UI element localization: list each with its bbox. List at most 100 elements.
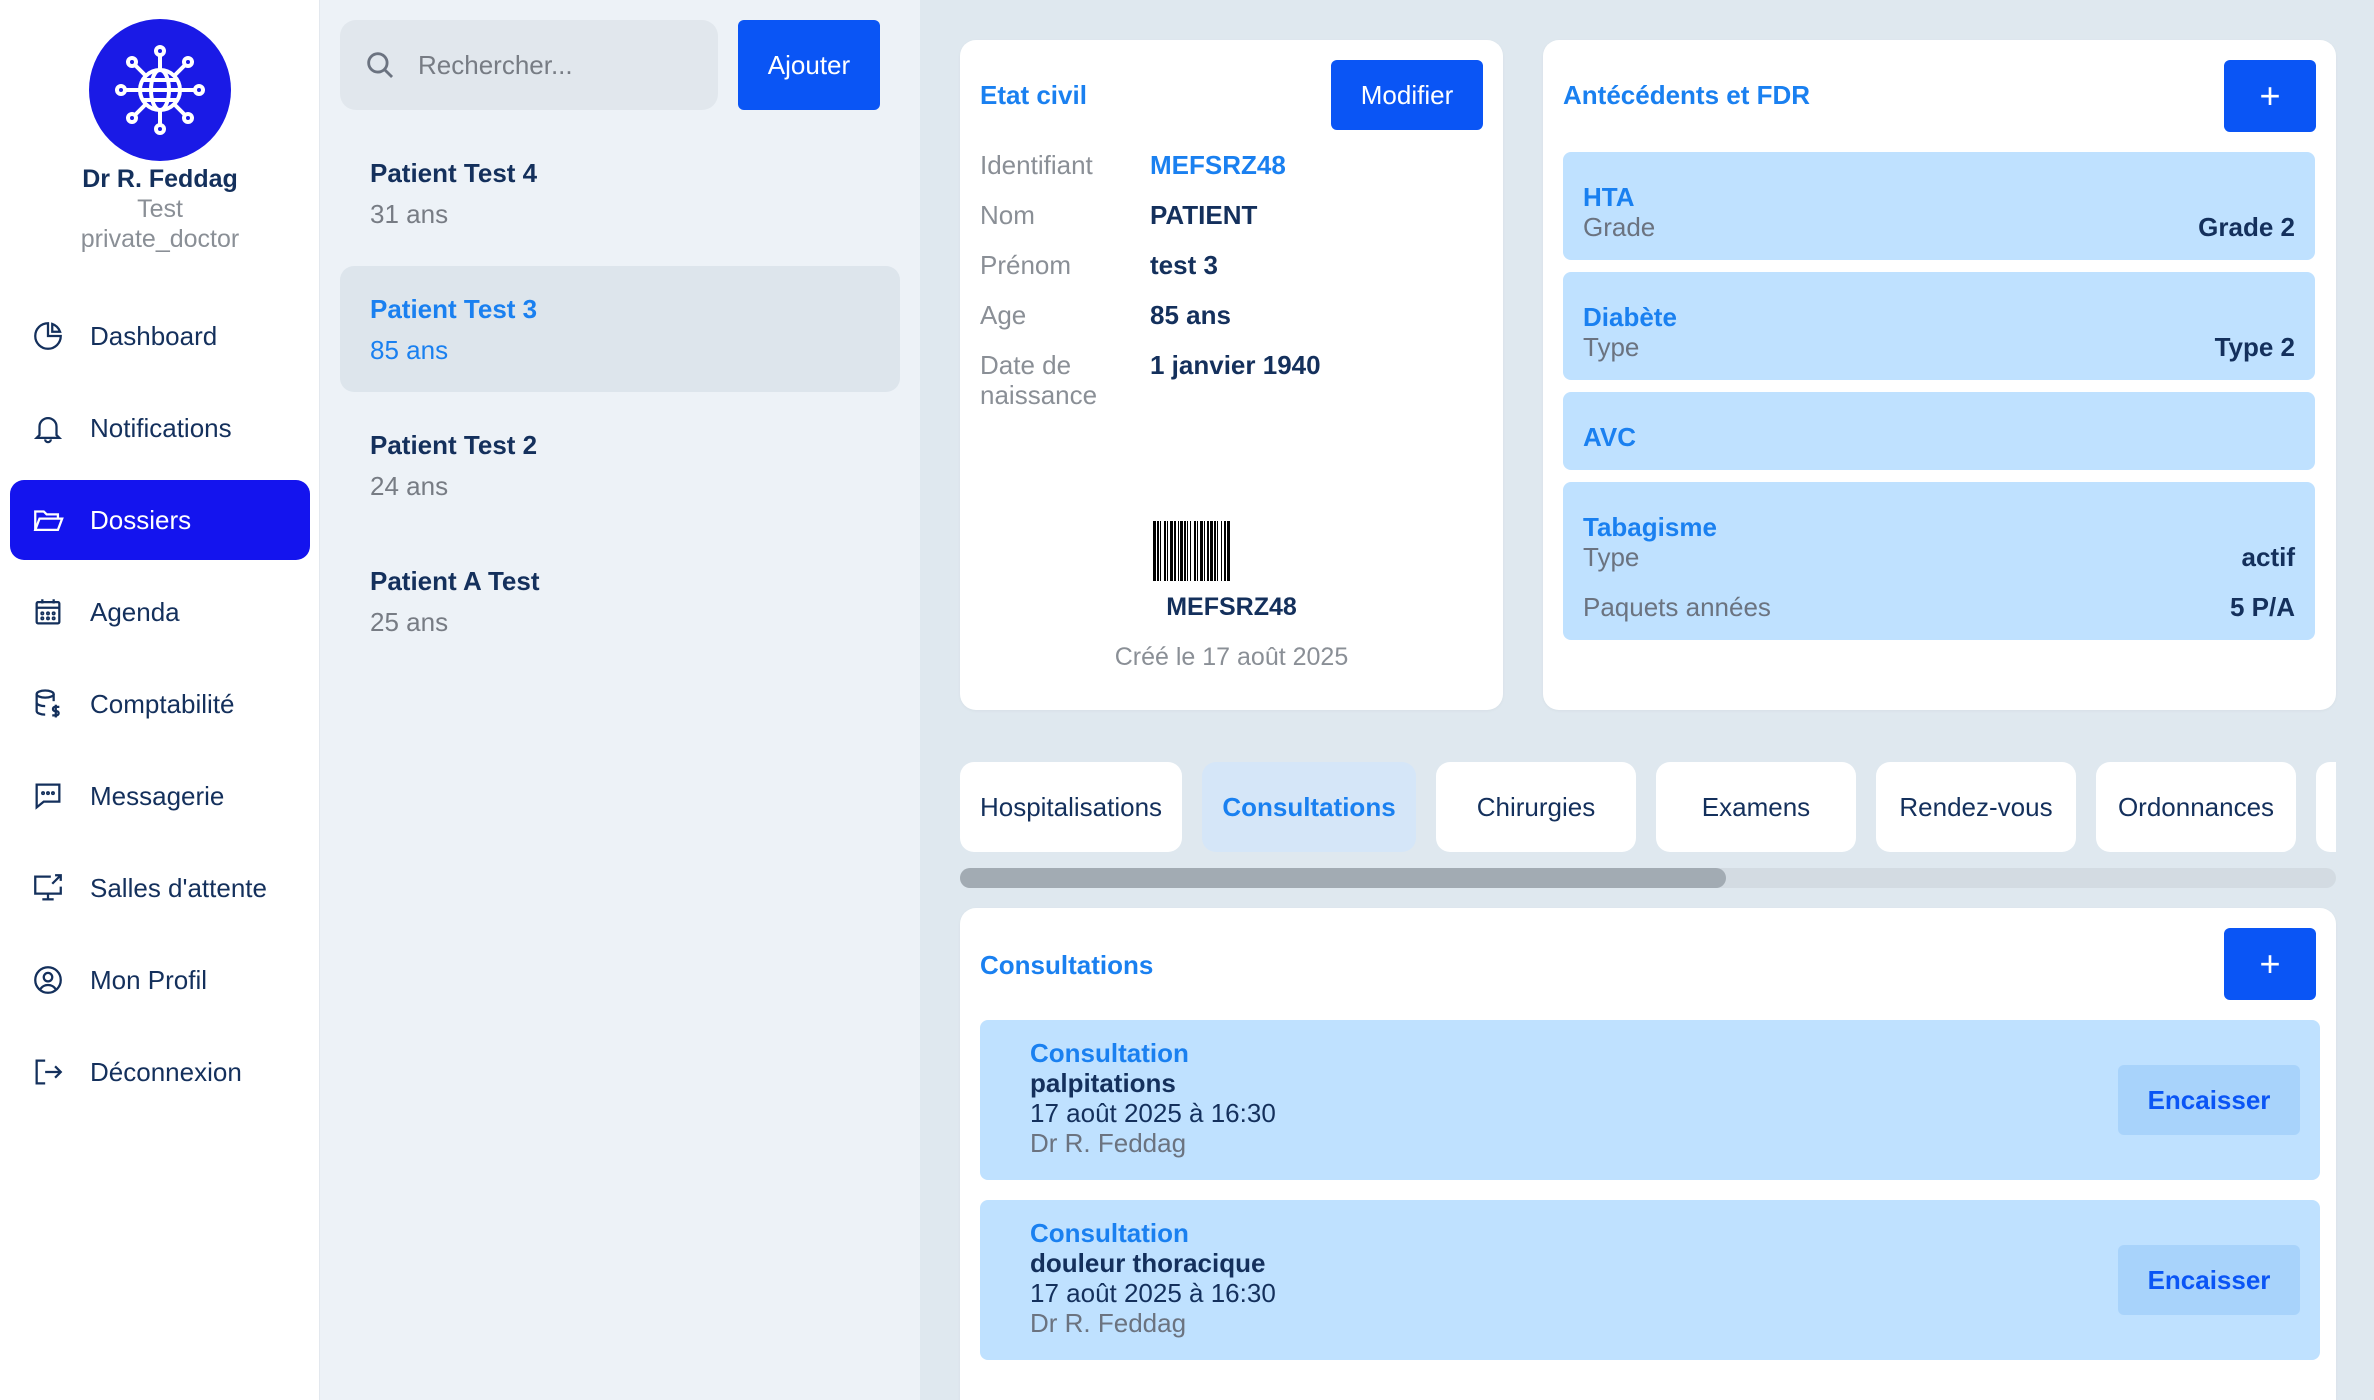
consultations-card: Consultations + Consultation palpitation…	[960, 908, 2336, 1400]
consultation-date: 17 août 2025 à 16:30	[1030, 1098, 1276, 1128]
consultation-type: Consultation	[1030, 1038, 1189, 1068]
sidebar: Dr R. Feddag Test private_doctor Dashboa…	[0, 0, 320, 1400]
patient-list-panel: Ajouter Patient Test 4 31 ans Patient Te…	[320, 0, 920, 1400]
field-label: Age	[980, 300, 1027, 330]
patient-list-item[interactable]: Patient Test 3 85 ans	[340, 266, 900, 392]
patient-age: 31 ans	[370, 199, 449, 229]
antecedent-item[interactable]: Diabète Type Type 2	[1563, 272, 2315, 380]
doctor-role: private_doctor	[80, 225, 240, 253]
modifier-button[interactable]: Modifier	[1331, 60, 1483, 130]
nav-label: Comptabilité	[90, 688, 235, 719]
patient-name: Patient Test 4	[370, 158, 538, 188]
nav-item-messagerie[interactable]: Messagerie	[10, 756, 310, 836]
encaisser-button[interactable]: Encaisser	[2118, 1245, 2300, 1315]
add-consultation-button[interactable]: +	[2224, 928, 2316, 1000]
tab-rendez-vous[interactable]: Rendez-vous	[1876, 762, 2076, 852]
nav-label: Dashboard	[90, 320, 218, 351]
created-date: Créé le 17 août 2025	[1114, 643, 1349, 671]
tab-ordonnances[interactable]: Ordonnances	[2096, 762, 2296, 852]
consultation-doctor: Dr R. Feddag	[1030, 1308, 1187, 1338]
pie-chart-icon	[28, 316, 68, 356]
calendar-icon	[28, 592, 68, 632]
patient-list-item[interactable]: Patient A Test 25 ans	[340, 538, 900, 664]
doctor-name: Dr R. Feddag	[82, 165, 238, 193]
tab-chirurgies[interactable]: Chirurgies	[1436, 762, 1636, 852]
field-value-prenom: test 3	[1150, 250, 1218, 280]
etat-civil-card: Etat civil Modifier Identifiant MEFSRZ48…	[960, 40, 1503, 710]
etat-civil-title: Etat civil	[980, 80, 1087, 110]
field-label: Nom	[980, 200, 1035, 230]
antecedent-title: Diabète	[1583, 302, 1677, 332]
patient-list-item[interactable]: Patient Test 2 24 ans	[340, 402, 900, 528]
nav-label: Déconnexion	[90, 1056, 242, 1087]
consultation-item[interactable]: Consultation douleur thoracique 17 août …	[980, 1200, 2320, 1360]
antecedent-item[interactable]: AVC	[1563, 392, 2315, 470]
network-globe-icon	[89, 19, 231, 161]
field-label: Date de naissance	[980, 350, 1098, 410]
nav-item-comptabilite[interactable]: Comptabilité	[10, 664, 310, 744]
antecedent-label: Type	[1583, 332, 1640, 362]
patient-age: 85 ans	[370, 335, 449, 365]
encaisser-button[interactable]: Encaisser	[2118, 1065, 2300, 1135]
consultation-date: 17 août 2025 à 16:30	[1030, 1278, 1276, 1308]
antecedent-label: Grade	[1583, 212, 1656, 242]
antecedent-title: Tabagisme	[1583, 512, 1717, 542]
tabs-scrollbar-thumb[interactable]	[960, 868, 1726, 888]
add-antecedent-button[interactable]: +	[2224, 60, 2316, 132]
antecedent-label: Type	[1583, 542, 1640, 572]
field-value-date-naissance: 1 janvier 1940	[1150, 350, 1321, 380]
bell-icon	[28, 408, 68, 448]
logout-icon	[28, 1052, 68, 1092]
consultation-motif: douleur thoracique	[1030, 1248, 1266, 1278]
antecedent-label: Paquets années	[1583, 592, 1771, 622]
consultation-motif: palpitations	[1030, 1068, 1176, 1098]
nav-item-dashboard[interactable]: Dashboard	[10, 296, 310, 376]
field-label: Identifiant	[980, 150, 1093, 180]
field-value-identifiant: MEFSRZ48	[1150, 150, 1286, 180]
nav-label: Mon Profil	[90, 964, 208, 995]
patient-age: 24 ans	[370, 471, 449, 501]
tab-overflow[interactable]	[2316, 762, 2336, 852]
antecedents-card: Antécédents et FDR + HTA Grade Grade 2 D…	[1543, 40, 2336, 710]
add-patient-button[interactable]: Ajouter	[738, 20, 880, 110]
nav-item-dossiers[interactable]: Dossiers	[10, 480, 310, 560]
monitor-icon	[28, 868, 68, 908]
consultation-item[interactable]: Consultation palpitations 17 août 2025 à…	[980, 1020, 2320, 1180]
patient-name: Patient Test 3	[370, 294, 538, 324]
antecedent-value: actif	[2241, 542, 2295, 572]
nav-item-mon-profil[interactable]: Mon Profil	[10, 940, 310, 1020]
nav-item-agenda[interactable]: Agenda	[10, 572, 310, 652]
nav-label: Dossiers	[90, 504, 192, 535]
database-dollar-icon	[28, 684, 68, 724]
search-input[interactable]	[418, 49, 698, 81]
nav-label: Agenda	[90, 596, 180, 627]
tab-examens[interactable]: Examens	[1656, 762, 1856, 852]
antecedent-value: Type 2	[2214, 332, 2295, 362]
nav-item-notifications[interactable]: Notifications	[10, 388, 310, 468]
antecedent-title: HTA	[1583, 182, 1635, 212]
tab-consultations[interactable]: Consultations	[1202, 762, 1416, 852]
consultation-type: Consultation	[1030, 1218, 1189, 1248]
doctor-subtitle: Test	[137, 195, 183, 223]
field-label: Prénom	[980, 250, 1072, 280]
patient-name: Patient Test 2	[370, 430, 538, 460]
antecedent-title: AVC	[1583, 422, 1636, 452]
consultation-doctor: Dr R. Feddag	[1030, 1128, 1187, 1158]
field-value-age: 85 ans	[1150, 300, 1231, 330]
antecedent-item[interactable]: HTA Grade Grade 2	[1563, 152, 2315, 260]
patient-list-item[interactable]: Patient Test 4 31 ans	[340, 130, 900, 256]
barcode-image	[1153, 521, 1313, 581]
nav-item-deconnexion[interactable]: Déconnexion	[10, 1032, 310, 1112]
tab-hospitalisations[interactable]: Hospitalisations	[960, 762, 1182, 852]
patient-age: 25 ans	[370, 607, 449, 637]
user-circle-icon	[28, 960, 68, 1000]
barcode-text: MEFSRZ48	[1166, 593, 1297, 621]
folder-open-icon	[28, 500, 68, 540]
antecedent-value: 5 P/A	[2229, 592, 2295, 622]
search-bar[interactable]	[340, 20, 718, 110]
patient-name: Patient A Test	[370, 566, 540, 596]
nav-item-salles-attente[interactable]: Salles d'attente	[10, 848, 310, 928]
antecedent-item[interactable]: Tabagisme Type actif Paquets années 5 P/…	[1563, 482, 2315, 640]
consultations-title: Consultations	[980, 950, 1154, 980]
nav-label: Notifications	[90, 412, 232, 443]
